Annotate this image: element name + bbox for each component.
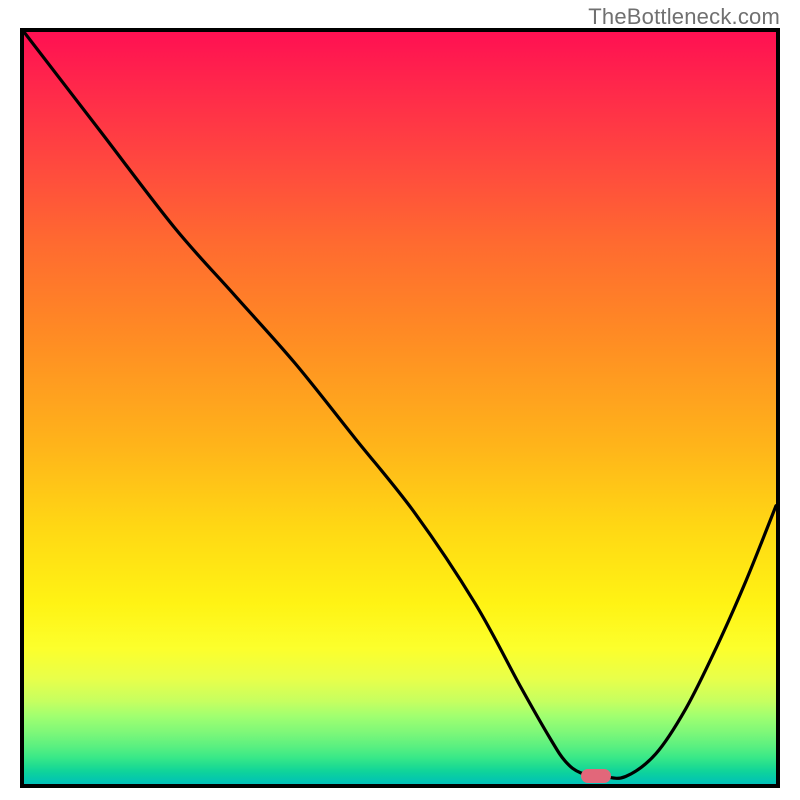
plot-area [20,28,780,788]
bottleneck-curve [24,32,776,784]
watermark-text: TheBottleneck.com [588,4,780,30]
optimum-marker [581,769,611,783]
